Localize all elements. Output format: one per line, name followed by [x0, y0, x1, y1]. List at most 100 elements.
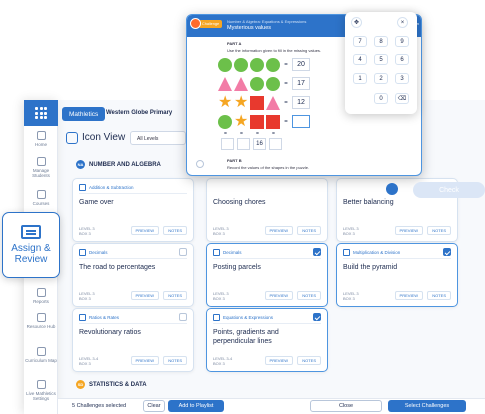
preview-button[interactable]: PREVIEW — [130, 226, 159, 235]
row-answer[interactable]: 17 — [292, 77, 310, 90]
green-circle-icon — [250, 58, 264, 72]
keypad-key[interactable]: 2 — [374, 73, 388, 84]
card-level: LEVEL 3-4 BOX 3 — [79, 356, 99, 366]
card-title: The road to percentages — [79, 264, 156, 271]
challenge-card[interactable]: Addition & Subtraction Game over LEVEL 3… — [72, 178, 194, 242]
preview-button[interactable]: PREVIEW — [130, 291, 159, 300]
card-category: Multiplication & Division — [343, 249, 400, 256]
preview-button[interactable]: PREVIEW — [264, 226, 293, 235]
row-answer-input[interactable] — [292, 115, 310, 128]
column-answer[interactable]: 16 — [253, 138, 266, 150]
puzzle-row: = 20 — [218, 56, 310, 75]
sidebar-item-courses[interactable]: Courses — [24, 190, 58, 206]
card-checkbox[interactable] — [443, 248, 451, 256]
divider — [213, 323, 321, 324]
number-algebra-icon: NA — [76, 160, 85, 169]
challenge-card[interactable]: Equations & Expressions Points, gradient… — [206, 308, 328, 372]
column-answer[interactable] — [237, 138, 250, 150]
preview-button[interactable]: PREVIEW — [130, 356, 159, 365]
close-button[interactable]: Close — [310, 400, 382, 412]
card-checkbox[interactable] — [179, 313, 187, 321]
card-checkbox[interactable] — [313, 248, 321, 256]
sidebar-item-reports[interactable]: Reports — [24, 288, 58, 304]
keypad-key[interactable]: 9 — [395, 36, 409, 47]
green-circle-icon — [218, 115, 232, 129]
notes-button[interactable]: NOTES — [163, 291, 187, 300]
card-category: Equations & Expressions — [213, 314, 273, 321]
sidebar-item-label: Live Mathletics Settings — [26, 391, 56, 401]
column-answer[interactable] — [221, 138, 234, 150]
card-checkbox[interactable] — [313, 313, 321, 321]
app-menu-button[interactable] — [24, 100, 58, 126]
notes-button[interactable]: NOTES — [297, 356, 321, 365]
divider — [213, 258, 321, 259]
assign-icon — [21, 225, 41, 239]
card-title: Better balancing — [343, 199, 394, 206]
preview-button[interactable]: PREVIEW — [264, 291, 293, 300]
notes-button[interactable]: NOTES — [163, 356, 187, 365]
row-answer[interactable]: 12 — [292, 96, 310, 109]
icon-view-icon — [66, 132, 78, 144]
challenge-card[interactable]: Decimals The road to percentages LEVEL 3… — [72, 243, 194, 307]
equals-sign: = — [272, 131, 275, 137]
keypad-key[interactable]: 7 — [353, 36, 367, 47]
reports-icon — [36, 288, 46, 297]
keypad-key[interactable]: 1 — [353, 73, 367, 84]
number-keypad: ✥ × 7 8 9 4 5 6 1 2 3 0 ⌫ — [345, 12, 417, 114]
sidebar-item-manage-students[interactable]: Manage Students — [24, 157, 58, 178]
preview-button[interactable]: PREVIEW — [394, 291, 423, 300]
notes-button[interactable]: NOTES — [427, 291, 451, 300]
keypad-key[interactable]: 5 — [374, 54, 388, 65]
challenge-card[interactable]: Choosing chores LEVEL 3 BOX 3 PREVIEW NOT… — [206, 178, 328, 242]
equals-sign: = — [256, 131, 259, 137]
green-circle-icon — [266, 77, 280, 91]
select-challenges-button[interactable]: Select Challenges — [388, 400, 466, 412]
keypad-key[interactable]: 0 — [374, 93, 388, 104]
green-circle-icon — [234, 58, 248, 72]
settings-icon[interactable] — [386, 183, 398, 195]
notes-button[interactable]: NOTES — [427, 226, 451, 235]
row-answer[interactable]: 20 — [292, 58, 310, 71]
part-b-label: PART B — [227, 158, 242, 163]
students-icon — [36, 157, 46, 166]
keypad-key[interactable]: 8 — [374, 36, 388, 47]
sidebar-item-assign-review[interactable]: Assign & Review — [2, 212, 60, 278]
notes-button[interactable]: NOTES — [163, 226, 187, 235]
statistics-icon: SD — [76, 380, 85, 389]
card-checkbox[interactable] — [179, 248, 187, 256]
clear-button[interactable]: Clear — [143, 400, 165, 412]
preview-button[interactable]: PREVIEW — [394, 226, 423, 235]
move-icon[interactable]: ✥ — [351, 17, 362, 28]
sidebar-item-resource-hub[interactable]: Resource Hub — [24, 313, 58, 329]
card-level: LEVEL 3 BOX 3 — [79, 226, 95, 236]
add-to-playlist-button[interactable]: Add to Playlist — [168, 400, 224, 412]
red-square-icon — [250, 96, 264, 110]
challenge-card[interactable]: Multiplication & Division Build the pyra… — [336, 243, 458, 307]
challenge-card[interactable]: Decimals Posting parcels LEVEL 3 BOX 3 PR… — [206, 243, 328, 307]
sidebar-item-curriculum-map[interactable]: Curriculum Map — [24, 347, 58, 363]
column-answer[interactable] — [269, 138, 282, 150]
card-title: Points, gradients and perpendicular line… — [213, 329, 279, 345]
close-icon[interactable]: × — [397, 17, 408, 28]
challenge-card[interactable]: Ratios & Rates Revolutionary ratios LEVE… — [72, 308, 194, 372]
collapse-icon[interactable] — [196, 160, 204, 168]
keypad-key[interactable]: 3 — [395, 73, 409, 84]
preview-button[interactable]: PREVIEW — [264, 356, 293, 365]
keypad-key[interactable]: 4 — [353, 54, 367, 65]
puzzle-row: = 17 — [218, 75, 310, 94]
notes-button[interactable]: NOTES — [297, 226, 321, 235]
notes-button[interactable]: NOTES — [297, 291, 321, 300]
sidebar-item-live-settings[interactable]: Live Mathletics Settings — [24, 380, 58, 401]
backspace-key[interactable]: ⌫ — [395, 93, 409, 104]
sidebar-item-home[interactable]: Home — [24, 131, 58, 147]
sidebar-item-label: Reports — [33, 299, 49, 304]
levels-select[interactable]: All Levels — [130, 131, 186, 145]
keypad-key[interactable]: 6 — [395, 54, 409, 65]
check-button[interactable]: Check — [413, 182, 485, 198]
section-title: STATISTICS & DATA — [89, 381, 147, 388]
resource-icon — [36, 313, 46, 322]
grid-icon — [35, 107, 47, 119]
view-title: Icon View — [82, 132, 126, 143]
subject-tab[interactable]: Mathletics — [62, 107, 106, 121]
part-a-instruction: Use the information given to fill in the… — [227, 48, 322, 53]
